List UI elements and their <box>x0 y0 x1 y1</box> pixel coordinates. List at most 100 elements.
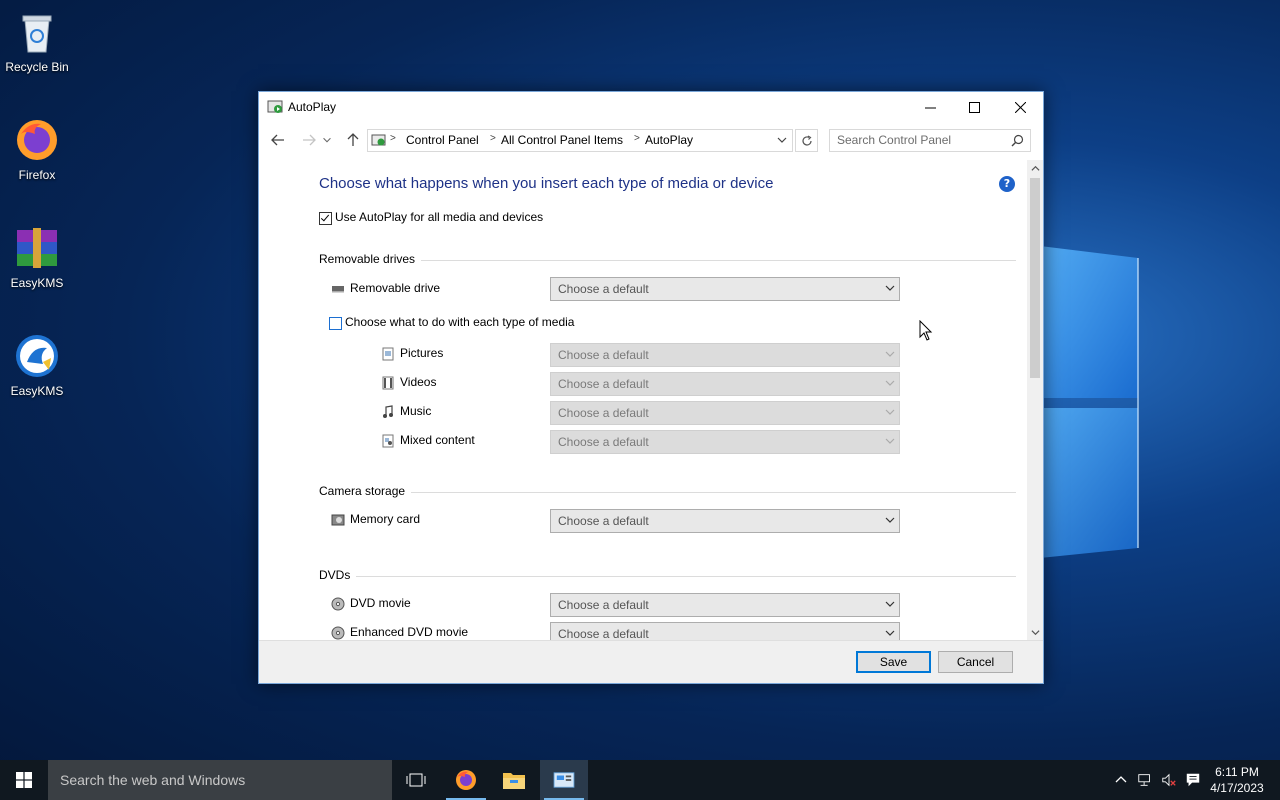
pictures-select[interactable]: Choose a default <box>550 343 900 367</box>
recent-locations-button[interactable] <box>321 130 333 150</box>
memory-card-label: Memory card <box>350 512 421 526</box>
each-media-type-label[interactable]: Choose what to do with each type of medi… <box>345 315 574 329</box>
pictures-label: Pictures <box>400 346 444 360</box>
use-autoplay-label[interactable]: Use AutoPlay for all media and devices <box>335 210 543 224</box>
use-autoplay-checkbox[interactable] <box>319 212 332 225</box>
scroll-down-icon[interactable] <box>1027 624 1043 640</box>
breadcrumb-autoplay[interactable]: AutoPlay <box>645 133 693 147</box>
breadcrumb-separator-icon: > <box>634 133 640 144</box>
maximize-icon <box>968 101 980 113</box>
taskbar-search-input[interactable] <box>48 760 390 800</box>
chevron-down-icon <box>885 601 895 607</box>
chevron-down-icon <box>885 351 895 357</box>
breadcrumb-separator-icon: > <box>390 133 396 144</box>
dialog-footer: Save Cancel <box>259 640 1043 683</box>
desktop-icon-easykms-app[interactable]: EasyKMS <box>4 332 70 398</box>
videos-label: Videos <box>400 375 437 389</box>
enhanced-dvd-movie-select[interactable]: Choose a default <box>550 622 900 640</box>
taskbar-search-box[interactable] <box>48 760 392 800</box>
refresh-button[interactable] <box>795 129 818 152</box>
chevron-down-icon <box>323 137 331 143</box>
clock-time: 6:11 PM <box>1215 765 1259 779</box>
autoplay-app-icon <box>267 99 283 115</box>
each-media-type-checkbox[interactable] <box>329 317 342 330</box>
close-icon <box>1014 101 1026 113</box>
mixed-content-icon <box>381 434 395 448</box>
arrow-up-icon <box>347 133 359 146</box>
dvd-movie-select[interactable]: Choose a default <box>550 593 900 617</box>
music-select[interactable]: Choose a default <box>550 401 900 425</box>
easykms-app-icon <box>13 332 61 380</box>
memory-card-select[interactable]: Choose a default <box>550 509 900 533</box>
winrar-archive-icon <box>13 224 61 272</box>
up-button[interactable] <box>343 130 363 150</box>
address-dropdown-icon[interactable] <box>776 134 788 146</box>
content-pane: Choose what happens when you insert each… <box>259 160 1027 640</box>
window-title: AutoPlay <box>288 100 337 114</box>
mixed-content-select[interactable]: Choose a default <box>550 430 900 454</box>
arrow-right-icon <box>303 134 316 146</box>
network-icon[interactable] <box>1136 771 1154 789</box>
minimize-icon <box>924 107 936 108</box>
taskbar-control-panel[interactable] <box>540 760 588 800</box>
taskbar-file-explorer[interactable] <box>490 760 538 800</box>
breadcrumb-separator-icon: > <box>490 133 496 144</box>
scroll-up-icon[interactable] <box>1027 160 1043 176</box>
taskbar-clock[interactable]: 6:11 PM 4/17/2023 <box>1206 764 1268 796</box>
breadcrumb-control-panel[interactable]: Control Panel <box>406 133 479 147</box>
title-bar[interactable]: AutoPlay <box>259 92 1043 122</box>
desktop-icon-label: EasyKMS <box>10 276 64 290</box>
memory-card-icon <box>331 513 345 527</box>
search-input[interactable] <box>830 130 1007 149</box>
desktop-icon-firefox[interactable]: Firefox <box>4 116 70 182</box>
clock-date: 4/17/2023 <box>1210 781 1264 795</box>
removable-drive-select[interactable]: Choose a default <box>550 277 900 301</box>
pictures-icon <box>381 347 395 361</box>
forward-button[interactable] <box>299 130 319 150</box>
search-box[interactable] <box>829 129 1031 152</box>
task-view-button[interactable] <box>392 760 440 800</box>
control-panel-icon <box>371 133 386 148</box>
address-bar-row: > Control Panel > All Control Panel Item… <box>259 126 1043 154</box>
save-button[interactable]: Save <box>856 651 931 673</box>
videos-select[interactable]: Choose a default <box>550 372 900 396</box>
taskbar-firefox[interactable] <box>442 760 490 800</box>
section-title: DVDs <box>319 568 357 582</box>
help-icon[interactable]: ? <box>999 176 1015 192</box>
desktop-icon-label: EasyKMS <box>10 384 64 398</box>
cancel-button[interactable]: Cancel <box>938 651 1013 673</box>
vertical-scrollbar[interactable] <box>1027 160 1043 640</box>
action-center-icon[interactable] <box>1184 771 1202 789</box>
desktop-icon-recycle-bin[interactable]: Recycle Bin <box>4 8 70 74</box>
breadcrumb-all-items[interactable]: All Control Panel Items <box>501 133 623 147</box>
enhanced-dvd-movie-label: Enhanced DVD movie <box>350 625 469 639</box>
music-icon <box>381 405 395 419</box>
arrow-left-icon <box>271 134 284 146</box>
chevron-down-icon <box>885 517 895 523</box>
wallpaper-windows-logo <box>1040 238 1280 568</box>
chevron-down-icon <box>885 380 895 386</box>
back-button[interactable] <box>268 130 288 150</box>
minimize-button[interactable] <box>907 92 953 122</box>
volume-muted-icon[interactable] <box>1160 771 1178 789</box>
chevron-down-icon <box>885 630 895 636</box>
show-hidden-icons-button[interactable] <box>1112 771 1130 789</box>
section-dvds: DVDs <box>319 568 1016 582</box>
close-button[interactable] <box>997 92 1043 122</box>
control-panel-icon <box>553 772 575 788</box>
address-field[interactable]: > Control Panel > All Control Panel Item… <box>367 129 793 152</box>
section-title: Camera storage <box>319 484 412 498</box>
start-button[interactable] <box>0 760 48 800</box>
search-icon <box>1011 134 1024 147</box>
maximize-button[interactable] <box>951 92 997 122</box>
dvd-movie-label: DVD movie <box>350 596 411 610</box>
desktop-icon-easykms-archive[interactable]: EasyKMS <box>4 224 70 290</box>
section-camera-storage: Camera storage <box>319 484 1016 498</box>
task-view-icon <box>406 773 426 787</box>
section-title: Removable drives <box>319 252 422 266</box>
taskbar: 6:11 PM 4/17/2023 <box>0 760 1280 800</box>
removable-drive-label: Removable drive <box>350 281 441 295</box>
refresh-icon <box>801 134 812 146</box>
autoplay-window[interactable]: AutoPlay > Control Panel > All Control P… <box>258 91 1044 684</box>
scrollbar-thumb[interactable] <box>1030 178 1040 378</box>
